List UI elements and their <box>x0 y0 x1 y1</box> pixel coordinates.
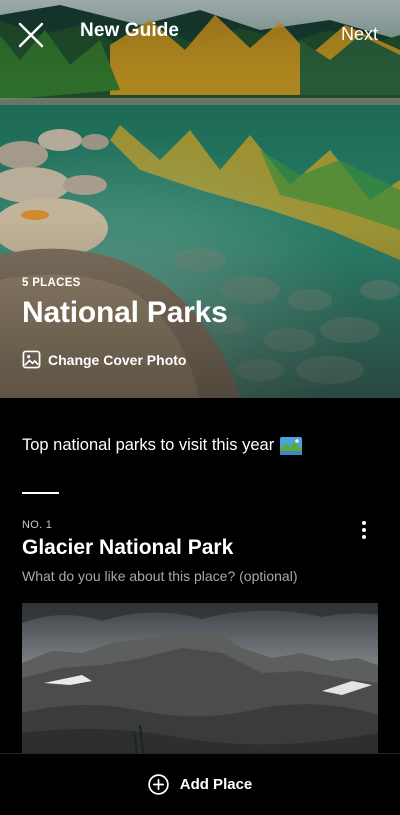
places-count: 5 PLACES <box>22 277 81 289</box>
add-circle-icon <box>148 774 169 795</box>
image-icon <box>22 350 41 369</box>
more-vertical-icon <box>362 521 366 525</box>
change-cover-photo-button[interactable]: Change Cover Photo <box>22 350 186 369</box>
next-button[interactable]: Next <box>341 24 378 45</box>
add-place-label: Add Place <box>179 776 253 793</box>
place-more-button[interactable] <box>352 518 376 542</box>
top-bar: New Guide Next <box>0 0 400 68</box>
guide-title[interactable]: National Parks <box>22 296 228 330</box>
place-name: Glacier National Park <box>22 536 234 559</box>
bottom-bar: Add Place <box>0 753 400 815</box>
place-note-input[interactable]: What do you like about this place? (opti… <box>22 568 298 584</box>
national-park-emoji-icon <box>280 436 303 455</box>
change-cover-label: Change Cover Photo <box>48 351 187 368</box>
place-number: NO. 1 <box>22 519 53 531</box>
guide-description[interactable]: Top national parks to visit this year <box>22 436 303 455</box>
close-icon <box>18 22 44 48</box>
guide-cover: New Guide Next 5 PLACES National Parks C… <box>0 0 400 398</box>
guide-description-text: Top national parks to visit this year <box>22 436 275 454</box>
add-place-button[interactable]: Add Place <box>148 774 253 795</box>
page-title: New Guide <box>80 20 180 41</box>
place-photo <box>22 603 378 753</box>
close-button[interactable] <box>16 20 46 50</box>
section-divider <box>22 492 59 494</box>
